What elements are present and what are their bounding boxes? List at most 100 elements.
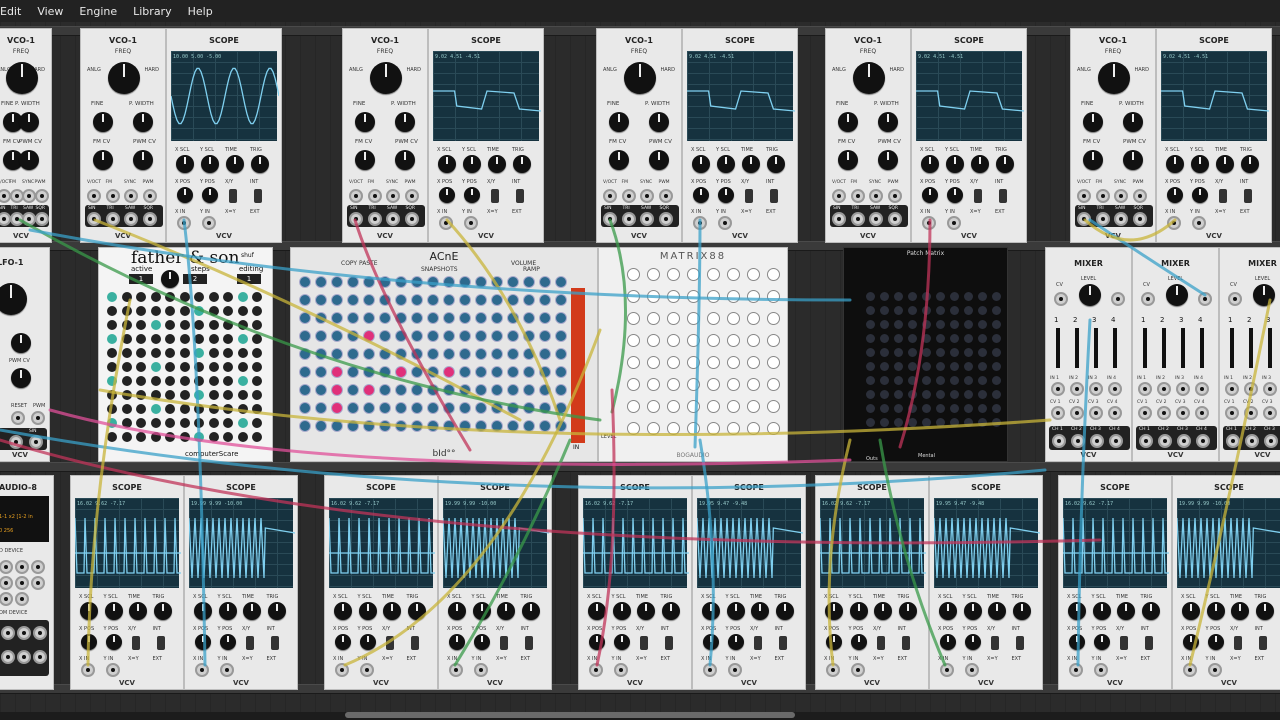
vco-1-module[interactable]: VCO-1 FREQ ANLG HARD FINE P. WIDTH FM CV PWM CV… <box>825 28 911 243</box>
mix-knob[interactable] <box>459 276 471 288</box>
scope-knob[interactable] <box>588 602 606 620</box>
mix-knob[interactable] <box>459 402 471 414</box>
matrix-knob[interactable] <box>747 334 760 347</box>
mix-knob[interactable] <box>299 330 311 342</box>
sequencer-cell[interactable] <box>150 418 161 428</box>
matrix-knob[interactable] <box>707 268 720 281</box>
mix-knob[interactable] <box>411 348 423 360</box>
mix-knob[interactable] <box>299 348 311 360</box>
input-jack[interactable] <box>1077 189 1091 203</box>
scope-switch[interactable] <box>516 189 524 203</box>
scope-input-jack[interactable] <box>81 663 95 677</box>
output-jack[interactable] <box>1077 212 1091 226</box>
sequencer-cell[interactable] <box>237 404 248 414</box>
scope-switch[interactable] <box>901 636 910 650</box>
input-jack[interactable] <box>367 189 382 203</box>
scope-knob[interactable] <box>971 155 989 173</box>
mixer-cv-input-jack[interactable] <box>1225 406 1239 420</box>
mix-knob[interactable] <box>347 402 359 414</box>
mix-knob[interactable] <box>315 312 327 324</box>
sequencer-cell[interactable] <box>165 376 175 386</box>
freq-knob[interactable] <box>6 62 38 94</box>
scope-knob[interactable] <box>194 602 212 620</box>
scope-knob[interactable] <box>692 155 710 173</box>
matrix-knob[interactable] <box>667 356 680 369</box>
scope-module[interactable]: SCOPE 9.02 4.51 -4.51 X SCL Y SCL TIME TRIG X … <box>428 28 544 243</box>
matrix-knob[interactable] <box>727 268 740 281</box>
input-jack[interactable] <box>34 189 49 203</box>
sequencer-cell[interactable] <box>237 292 248 302</box>
scope-knob[interactable] <box>202 187 218 203</box>
scope-input-jack[interactable] <box>1192 216 1206 230</box>
mix-knob[interactable] <box>507 348 519 360</box>
sequencer-cell[interactable] <box>252 320 262 330</box>
channel-fader[interactable] <box>1249 328 1253 368</box>
matrix-cell[interactable] <box>964 376 973 385</box>
sequencer-cell[interactable] <box>194 432 204 442</box>
mix-knob[interactable] <box>363 420 375 432</box>
scope-knob[interactable] <box>1012 602 1031 620</box>
mixer-cv-input-jack[interactable] <box>1051 406 1065 420</box>
lfo-1-module[interactable]: LFO-1 PWM CV RESET PWM SIN VCV <box>0 247 50 462</box>
scope-input-jack[interactable] <box>613 663 628 677</box>
mix-knob[interactable] <box>363 384 375 396</box>
matrix-cell[interactable] <box>866 418 875 427</box>
scope-knob[interactable] <box>1191 155 1209 173</box>
matrix-cell[interactable] <box>922 404 931 413</box>
matrix-cell[interactable] <box>950 376 959 385</box>
mix-knob[interactable] <box>443 312 455 324</box>
sequencer-cell[interactable] <box>150 376 161 386</box>
mix-knob[interactable] <box>539 366 551 378</box>
mix-knob[interactable] <box>427 420 439 432</box>
scope-input-jack[interactable] <box>202 216 216 230</box>
mix-knob[interactable] <box>507 366 519 378</box>
mix-knob[interactable] <box>411 402 423 414</box>
scope-switch[interactable] <box>640 636 648 650</box>
scope-knob[interactable] <box>1231 602 1249 620</box>
scope-switch[interactable] <box>500 636 508 650</box>
mix-knob[interactable] <box>379 330 391 342</box>
mix-knob[interactable] <box>315 384 327 396</box>
scope-switch[interactable] <box>1219 189 1227 203</box>
output-jack[interactable] <box>367 212 382 226</box>
mixer-input-jack[interactable] <box>1263 382 1277 396</box>
mix-knob[interactable] <box>459 312 471 324</box>
channel-fader[interactable] <box>1075 328 1079 368</box>
scope-knob[interactable] <box>81 634 97 650</box>
patch-matrix-module[interactable]: Patch Matrix Outs Mental <box>843 247 1008 462</box>
matrix-knob[interactable] <box>767 312 780 325</box>
scope-knob[interactable] <box>521 602 540 620</box>
sequencer-cell[interactable] <box>194 348 204 358</box>
scope-input-jack[interactable] <box>703 663 717 677</box>
sequencer-cell[interactable] <box>165 348 175 358</box>
matrix-cell[interactable] <box>992 348 1001 357</box>
matrix-knob[interactable] <box>727 400 740 413</box>
scope-knob[interactable] <box>201 155 219 173</box>
matrix-knob[interactable] <box>647 334 660 347</box>
scope-knob[interactable] <box>613 634 630 650</box>
matrix-cell[interactable] <box>922 348 931 357</box>
output-jack[interactable] <box>386 212 400 226</box>
matrix-cell[interactable] <box>950 404 959 413</box>
input-jack[interactable] <box>869 189 883 203</box>
mix-knob[interactable] <box>539 348 551 360</box>
mix-knob[interactable] <box>539 276 551 288</box>
matrix-cell[interactable] <box>936 320 945 329</box>
matrix-cell[interactable] <box>978 404 987 413</box>
output-jack[interactable] <box>22 212 36 226</box>
matrix-cell[interactable] <box>978 418 987 427</box>
mix-knob[interactable] <box>555 348 567 360</box>
scope-input-jack[interactable] <box>947 216 961 230</box>
matrix-cell[interactable] <box>908 404 917 413</box>
scope-knob[interactable] <box>922 187 938 203</box>
sequencer-cell[interactable] <box>121 390 132 400</box>
scope-knob[interactable] <box>359 634 376 650</box>
mix-knob[interactable] <box>459 366 471 378</box>
mix-knob[interactable] <box>475 348 487 360</box>
input-jack[interactable] <box>1114 189 1128 203</box>
matrix-knob[interactable] <box>627 400 640 413</box>
matrix-knob[interactable] <box>647 400 660 413</box>
mix-knob[interactable] <box>363 312 375 324</box>
output-jack[interactable] <box>34 212 49 226</box>
pulse-width-knob[interactable] <box>878 112 898 132</box>
